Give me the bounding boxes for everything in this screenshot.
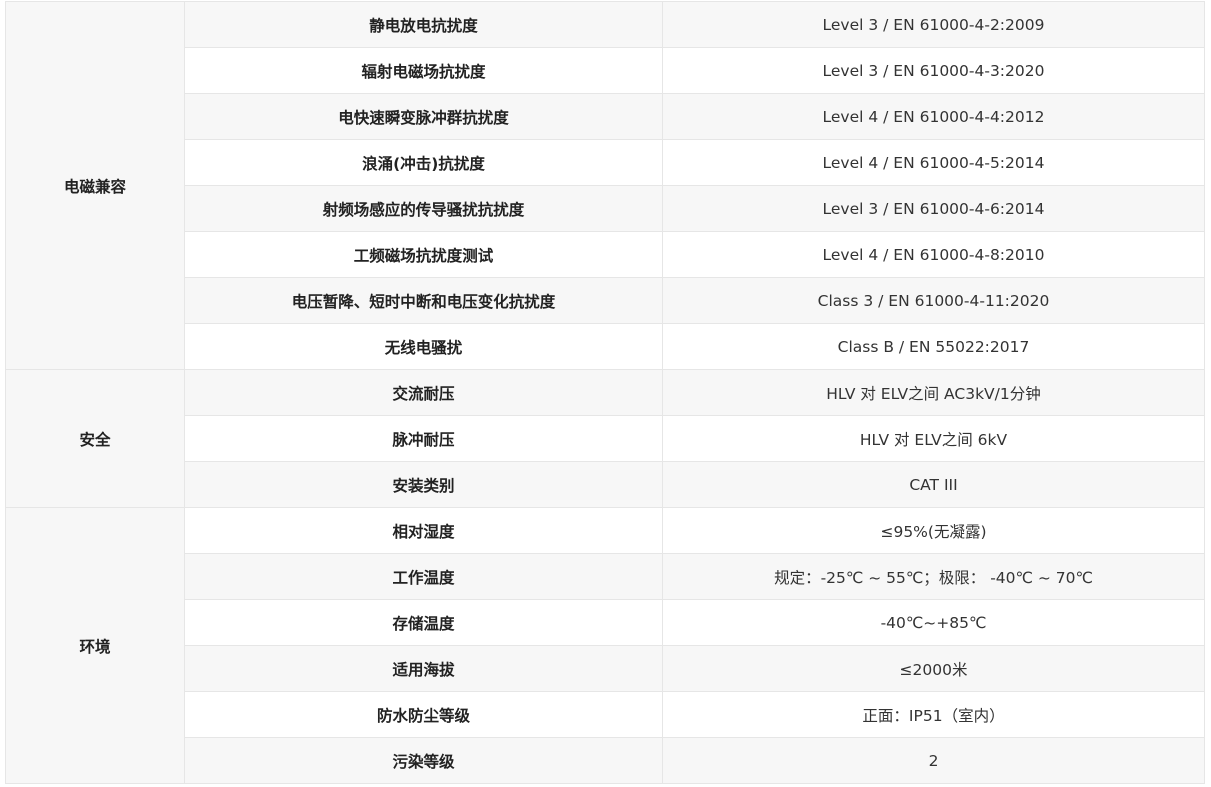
spec-value-cell: Class B / EN 55022:2017	[662, 323, 1205, 370]
spec-value-cell: HLV 对 ELV之间 AC3kV/1分钟	[662, 369, 1205, 416]
spec-name-cell: 存储温度	[184, 599, 663, 646]
spec-value-cell: Level 4 / EN 61000-4-4:2012	[662, 93, 1205, 140]
spec-name-cell: 辐射电磁场抗扰度	[184, 47, 663, 94]
spec-row: 浪涌(冲击)抗扰度 Level 4 / EN 61000-4-5:2014	[6, 139, 1205, 186]
spec-value-cell: Class 3 / EN 61000-4-11:2020	[662, 277, 1205, 324]
spec-table: 电磁兼容 静电放电抗扰度 Level 3 / EN 61000-4-2:2009 辐射…	[5, 1, 1205, 784]
category-cell: 环境	[5, 507, 185, 784]
spec-name-cell: 污染等级	[184, 737, 663, 784]
spec-row: 电磁兼容 静电放电抗扰度 Level 3 / EN 61000-4-2:2009	[5, 1, 1205, 370]
spec-name-cell: 脉冲耐压	[184, 415, 663, 462]
spec-name-cell: 相对湿度	[184, 507, 663, 554]
spec-name-cell: 工频磁场抗扰度测试	[184, 231, 663, 278]
spec-value-cell: -40℃~+85℃	[662, 599, 1205, 646]
spec-value-cell: Level 3 / EN 61000-4-3:2020	[662, 47, 1205, 94]
spec-row: 脉冲耐压 HLV 对 ELV之间 6kV	[6, 415, 1205, 462]
category-cell: 安全	[5, 369, 185, 508]
spec-value-cell: CAT III	[662, 461, 1205, 508]
spec-value-cell: Level 3 / EN 61000-4-6:2014	[662, 185, 1205, 232]
spec-row: 辐射电磁场抗扰度 Level 3 / EN 61000-4-3:2020	[6, 47, 1205, 94]
spec-name-cell: 电快速瞬变脉冲群抗扰度	[184, 93, 663, 140]
spec-row: 安装类别 CAT III	[6, 461, 1205, 508]
spec-row: 防水防尘等级 正面：IP51（室内）	[6, 691, 1205, 738]
spec-row: 安全 交流耐压 HLV 对 ELV之间 AC3kV/1分钟	[5, 369, 1205, 508]
spec-value-cell: ≤95%(无凝露)	[662, 507, 1205, 554]
spec-row: 适用海拔 ≤2000米	[6, 645, 1205, 692]
spec-name-cell: 安装类别	[184, 461, 663, 508]
spec-name-cell: 电压暂降、短时中断和电压变化抗扰度	[184, 277, 663, 324]
spec-value-cell: 正面：IP51（室内）	[662, 691, 1205, 738]
spec-name-cell: 交流耐压	[184, 369, 663, 416]
spec-row: 电快速瞬变脉冲群抗扰度 Level 4 / EN 61000-4-4:2012	[6, 93, 1205, 140]
spec-name-cell: 适用海拔	[184, 645, 663, 692]
spec-name-cell: 无线电骚扰	[184, 323, 663, 370]
spec-name-cell: 防水防尘等级	[184, 691, 663, 738]
spec-value-cell: Level 4 / EN 61000-4-5:2014	[662, 139, 1205, 186]
spec-name-cell: 工作温度	[184, 553, 663, 600]
spec-row: 存储温度 -40℃~+85℃	[6, 599, 1205, 646]
spec-row: 无线电骚扰 Class B / EN 55022:2017	[6, 323, 1205, 370]
spec-name-cell: 浪涌(冲击)抗扰度	[184, 139, 663, 186]
spec-row: 污染等级 2	[6, 737, 1205, 784]
spec-row: 工作温度 规定：-25℃ ~ 55℃；极限： -40℃ ~ 70℃	[6, 553, 1205, 600]
spec-value-cell: HLV 对 ELV之间 6kV	[662, 415, 1205, 462]
spec-value-cell: 规定：-25℃ ~ 55℃；极限： -40℃ ~ 70℃	[662, 553, 1205, 600]
spec-row: 环境 相对湿度 ≤95%(无凝露)	[5, 507, 1205, 784]
spec-row: 射频场感应的传导骚扰抗扰度 Level 3 / EN 61000-4-6:2014	[6, 185, 1205, 232]
spec-name-cell: 静电放电抗扰度	[184, 1, 663, 48]
spec-value-cell: ≤2000米	[662, 645, 1205, 692]
category-cell: 电磁兼容	[5, 1, 185, 370]
spec-value-cell: Level 4 / EN 61000-4-8:2010	[662, 231, 1205, 278]
spec-row: 工频磁场抗扰度测试 Level 4 / EN 61000-4-8:2010	[6, 231, 1205, 278]
spec-row: 电压暂降、短时中断和电压变化抗扰度 Class 3 / EN 61000-4-11…	[6, 277, 1205, 324]
spec-table-body: 电磁兼容 静电放电抗扰度 Level 3 / EN 61000-4-2:2009 辐射…	[5, 1, 1205, 784]
spec-name-cell: 射频场感应的传导骚扰抗扰度	[184, 185, 663, 232]
spec-value-cell: 2	[662, 737, 1205, 784]
spec-value-cell: Level 3 / EN 61000-4-2:2009	[662, 1, 1205, 48]
